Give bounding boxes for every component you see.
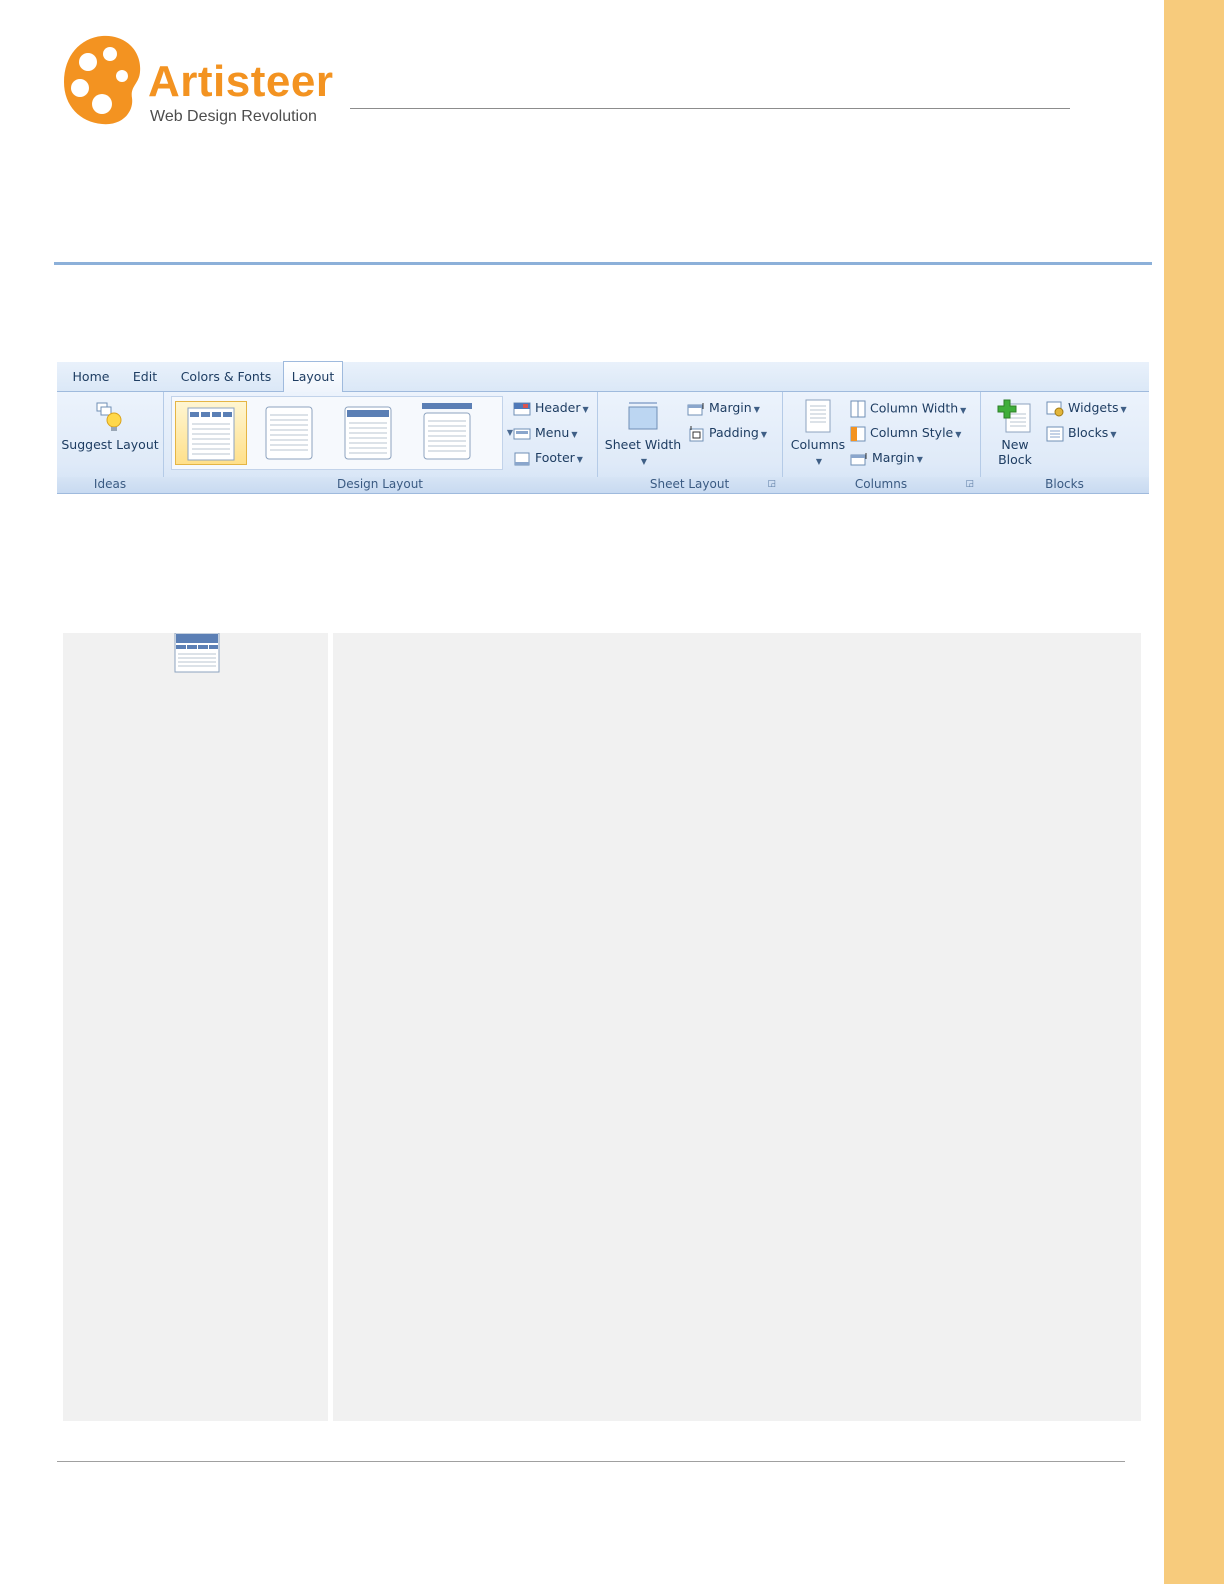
section-divider <box>54 262 1152 265</box>
gallery-item-plain[interactable] <box>254 401 326 465</box>
ribbon-body: Suggest Layout Ideas ▼ Header ▼ Menu ▼ F… <box>57 392 1149 494</box>
gallery-item-header-menu[interactable] <box>333 401 405 465</box>
tab-home[interactable]: Home <box>63 362 119 391</box>
column-style-icon <box>850 426 866 441</box>
column-style-button[interactable]: Column Style ▼ <box>850 425 961 442</box>
margin-icon <box>687 402 704 415</box>
lightbulb-icon <box>96 402 122 431</box>
header-button[interactable]: Header ▼ <box>513 400 589 416</box>
new-block-label-line2: Block <box>998 452 1032 467</box>
menu-label: Menu <box>535 425 570 440</box>
group-label-design-layout: Design Layout <box>336 477 424 491</box>
widgets-label: Widgets <box>1068 400 1119 415</box>
group-ideas: Suggest Layout Ideas <box>57 392 164 493</box>
group-label-sheet-layout: Sheet Layout <box>649 477 730 491</box>
layout-thumbnail-icon <box>265 406 313 460</box>
sheet-width-icon <box>628 402 658 430</box>
group-design-layout: ▼ Header ▼ Menu ▼ Footer ▼ Design Layout <box>163 392 598 493</box>
blocks-icon <box>1046 426 1064 441</box>
header-icon <box>513 402 531 415</box>
tab-colors-fonts[interactable]: Colors & Fonts <box>171 362 281 391</box>
tab-edit[interactable]: Edit <box>123 362 167 391</box>
padding-icon <box>689 425 704 441</box>
dialog-launcher-icon[interactable]: ◲ <box>767 479 776 489</box>
padding-label: Padding <box>709 425 759 440</box>
footer-button[interactable]: Footer ▼ <box>513 450 583 466</box>
dialog-launcher-icon[interactable]: ◲ <box>965 479 974 489</box>
group-sheet-layout: Sheet Width ▼ Margin ▼ Padding ▼ Sheet Layo… <box>597 392 783 493</box>
footer-divider <box>57 1461 1125 1462</box>
group-label-ideas: Ideas <box>93 477 127 491</box>
layout-thumbnail-icon <box>174 633 220 673</box>
ribbon-toolbar: Home Edit Colors & Fonts Layout Suggest … <box>57 361 1149 494</box>
sheet-width-button[interactable]: Sheet Width ▼ <box>601 398 685 469</box>
padding-button[interactable]: Padding ▼ <box>687 425 767 442</box>
column-margin-button[interactable]: Margin ▼ <box>850 450 923 466</box>
column-style-label: Column Style <box>870 425 954 440</box>
layout-thumbnail-icon <box>344 406 392 460</box>
new-block-label-line1: New <box>1001 437 1029 452</box>
columns-label: Columns <box>790 437 846 452</box>
artisteer-logo: Artisteer Web Design Revolution <box>62 32 352 132</box>
columns-icon <box>805 399 831 433</box>
palette-icon <box>64 35 141 125</box>
group-label-columns: Columns <box>854 477 908 491</box>
logo-tagline: Web Design Revolution <box>150 108 317 125</box>
gallery-item-bar-top[interactable] <box>412 401 484 465</box>
sheet-margin-label: Margin <box>709 400 752 415</box>
widgets-icon <box>1046 401 1064 416</box>
footer-icon <box>514 452 530 465</box>
group-columns: Columns ▼ Column Width ▼ Column Style ▼ Mar… <box>782 392 981 493</box>
left-panel <box>63 633 328 1421</box>
column-width-icon <box>850 400 866 418</box>
logo-name: Artisteer <box>148 57 334 106</box>
right-panel <box>333 633 1141 1421</box>
decorative-side-strip <box>1164 0 1224 1584</box>
column-width-button[interactable]: Column Width ▼ <box>850 400 966 418</box>
group-blocks: New Block Widgets ▼ Blocks ▼ Blocks <box>980 392 1149 493</box>
layout-gallery: ▼ <box>171 396 513 470</box>
suggest-layout-label: Suggest Layout <box>61 437 159 452</box>
new-block-icon <box>997 399 1031 433</box>
columns-button[interactable]: Columns ▼ <box>786 398 850 469</box>
menu-button[interactable]: Menu ▼ <box>513 425 577 441</box>
gallery-item-menu-top[interactable] <box>175 401 247 465</box>
layout-thumbnail-icon <box>187 407 235 461</box>
ribbon-tabs: Home Edit Colors & Fonts Layout <box>57 361 1149 392</box>
footer-label: Footer <box>535 450 575 465</box>
header-label: Header <box>535 400 581 415</box>
sheet-margin-button[interactable]: Margin ▼ <box>687 400 760 416</box>
header-divider <box>350 108 1070 109</box>
menu-icon <box>513 428 531 439</box>
column-width-label: Column Width <box>870 400 959 416</box>
column-margin-label: Margin <box>872 450 915 465</box>
suggest-layout-button[interactable]: Suggest Layout <box>59 400 161 452</box>
margin-icon <box>850 452 867 465</box>
widgets-button[interactable]: Widgets ▼ <box>1046 400 1127 417</box>
new-block-button[interactable]: New Block <box>984 398 1046 467</box>
layout-thumbnail-icon <box>422 403 472 460</box>
tab-layout[interactable]: Layout <box>283 361 343 392</box>
blocks-label: Blocks <box>1068 425 1109 440</box>
blocks-button[interactable]: Blocks ▼ <box>1046 425 1116 442</box>
sheet-width-label: Sheet Width <box>604 437 682 452</box>
group-label-blocks: Blocks <box>1045 477 1084 491</box>
